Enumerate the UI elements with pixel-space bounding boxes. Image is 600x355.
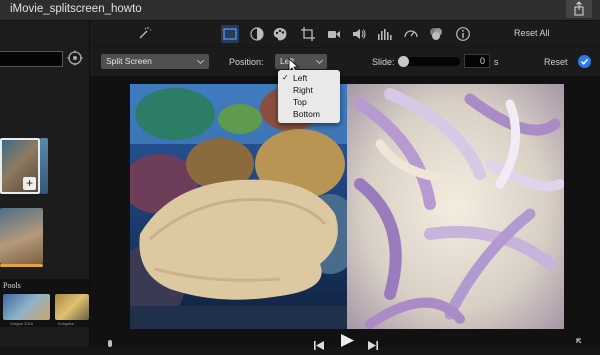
- crop-icon: [301, 27, 315, 41]
- volume-icon: [353, 29, 366, 39]
- speed-button[interactable]: [403, 26, 419, 42]
- video-camera-icon: [328, 31, 340, 38]
- slide-slider-knob[interactable]: [398, 56, 409, 67]
- enhance-button[interactable]: [136, 26, 152, 42]
- slide-unit: s: [494, 57, 499, 67]
- share-button[interactable]: [566, 0, 592, 18]
- clip-thumbnail[interactable]: [0, 208, 43, 264]
- slide-label: Slide:: [372, 57, 395, 67]
- gear-icon: [67, 50, 83, 66]
- skip-forward-button[interactable]: [367, 337, 379, 355]
- thumbnail-caption: Kongsbe...: [58, 321, 78, 326]
- color-balance-icon: [250, 27, 264, 41]
- video-overlay-icon: [223, 28, 237, 40]
- clip-thumbnail-selected[interactable]: +: [0, 138, 40, 194]
- info-icon: [456, 27, 470, 41]
- voiceover-button[interactable]: [105, 337, 115, 355]
- position-label: Position:: [229, 57, 264, 67]
- volume-button[interactable]: [351, 26, 367, 42]
- magic-wand-icon: [139, 27, 151, 39]
- position-select[interactable]: Left: [275, 54, 327, 69]
- menu-item-top[interactable]: Top: [278, 97, 340, 109]
- video-overlay-button[interactable]: [221, 25, 239, 43]
- color-correction-icon: [273, 28, 287, 41]
- color-correction-button[interactable]: [272, 26, 288, 42]
- stabilization-button[interactable]: [326, 26, 342, 42]
- apply-button[interactable]: [578, 55, 591, 68]
- split-screen-preview: [130, 84, 564, 329]
- microphone-icon: [108, 340, 112, 347]
- overlay-style-select[interactable]: Split Screen: [101, 54, 209, 69]
- crop-button[interactable]: [300, 26, 316, 42]
- collection-thumbnail[interactable]: [55, 294, 89, 320]
- checkmark-icon: [580, 58, 589, 65]
- chevron-down-icon: [196, 56, 205, 65]
- speed-icon: [404, 30, 418, 38]
- collection-thumbnail[interactable]: [3, 294, 50, 320]
- skip-back-icon: [314, 341, 324, 350]
- window-title: iMovie_splitscreen_howto: [10, 3, 142, 15]
- info-button[interactable]: [455, 26, 471, 42]
- checkmark-icon: ✓: [282, 73, 289, 82]
- skip-forward-icon: [368, 341, 378, 350]
- overlay-style-value: Split Screen: [106, 56, 152, 66]
- menu-item-left[interactable]: ✓ Left: [278, 73, 340, 85]
- color-balance-button[interactable]: [249, 26, 265, 42]
- equalizer-button[interactable]: [377, 26, 393, 42]
- menu-item-right[interactable]: Right: [278, 85, 340, 97]
- collection-title: Pools: [3, 281, 21, 290]
- menu-item-bottom[interactable]: Bottom: [278, 109, 340, 121]
- clip-filter-icon: [430, 28, 442, 40]
- play-icon: [341, 334, 354, 347]
- play-button[interactable]: [340, 334, 354, 352]
- chevron-down-icon: [315, 56, 324, 65]
- slide-duration-field[interactable]: 0: [464, 54, 490, 68]
- reset-button[interactable]: Reset: [544, 57, 568, 67]
- clip-used-strip: [0, 264, 43, 267]
- clip-filter-button[interactable]: [428, 26, 444, 42]
- skip-back-button[interactable]: [313, 337, 325, 355]
- reset-all-button[interactable]: Reset All: [514, 28, 550, 38]
- fullscreen-button[interactable]: [576, 335, 586, 353]
- thumbnail-caption: Dragon 2016: [10, 321, 34, 326]
- position-menu: ✓ Left Right Top Bottom: [278, 70, 340, 123]
- add-clip-icon[interactable]: +: [23, 177, 36, 190]
- share-icon: [574, 1, 584, 16]
- browser-search-input[interactable]: [0, 51, 63, 67]
- video-preview: [130, 84, 564, 329]
- browser-settings-button[interactable]: [66, 49, 84, 67]
- equalizer-icon: [378, 29, 392, 40]
- clip-thumbnail-partial[interactable]: [40, 138, 48, 194]
